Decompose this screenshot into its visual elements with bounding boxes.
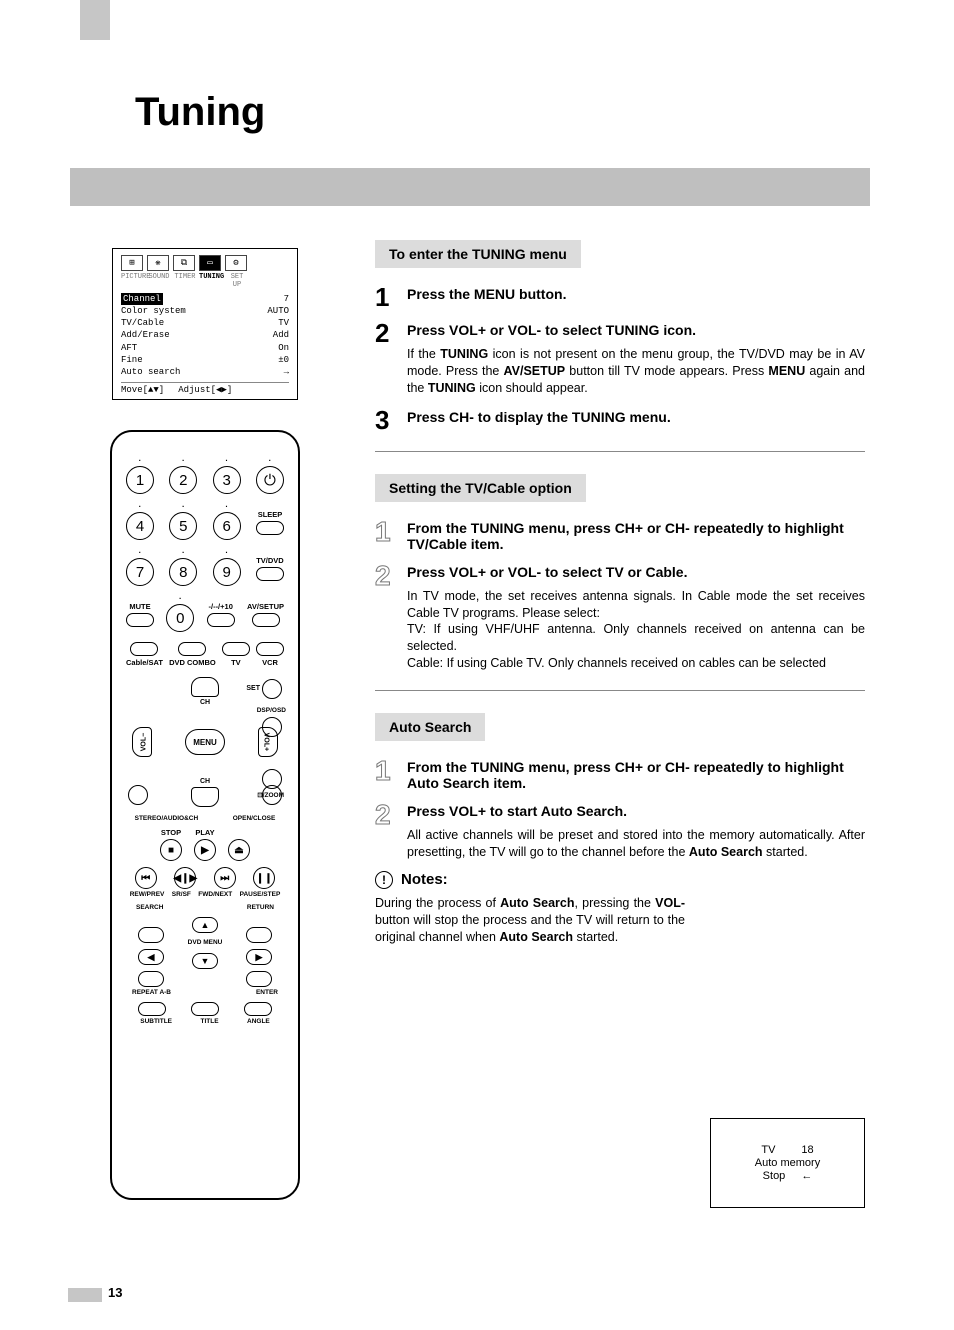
remote-btn-title[interactable] — [191, 1002, 219, 1016]
osd-tuning-menu: ⊞❋⧉▭⚙ PICTURE SOUND TIMER TUNING SET UP … — [112, 248, 298, 400]
osd-row-channel: Channel7 — [121, 293, 289, 305]
remote-dpad: CH SET VOL− MENU VOL+ DSP/OSD ⊡/ZOOM CH — [126, 677, 284, 807]
osd-row-autosearch: Auto search→ — [121, 366, 289, 378]
step-enter-3: 3 Press CH- to display the TUNING menu. — [375, 407, 865, 433]
osd-row-tvcable: TV/CableTV — [121, 317, 289, 329]
remote-btn-tv[interactable] — [222, 642, 250, 656]
remote-btn-arrow-left[interactable]: ◀ — [138, 949, 164, 965]
osd-footer-adjust: Adjust[◀▶] — [178, 385, 232, 395]
remote-btn-1[interactable]: 1 — [126, 466, 154, 494]
remote-btn-5[interactable]: 5 — [169, 512, 197, 540]
remote-btn-7[interactable]: 7 — [126, 558, 154, 586]
page-title: Tuning — [135, 90, 265, 135]
remote-btn-arrow-down[interactable]: ▼ — [192, 953, 218, 969]
remote-btn-3[interactable]: 3 — [213, 466, 241, 494]
remote-btn-6[interactable]: 6 — [213, 512, 241, 540]
osd-row-aft: AFTOn — [121, 342, 289, 354]
content-column: To enter the TUNING menu 1 Press the MEN… — [375, 240, 865, 945]
page-number: 13 — [108, 1285, 122, 1300]
step-tvcable-2-body: In TV mode, the set receives antenna sig… — [407, 588, 865, 672]
remote-btn-4[interactable]: 4 — [126, 512, 154, 540]
remote-btn-eject[interactable]: ⏏ — [228, 839, 250, 861]
step-tvcable-1: 1 From the TUNING menu, press CH+ or CH-… — [375, 518, 865, 552]
page-side-tab — [80, 0, 110, 40]
remote-btn-vcr[interactable] — [256, 642, 284, 656]
notes-header: Notes: — [401, 871, 448, 888]
remote-btn-play[interactable]: ▶ — [194, 839, 216, 861]
remote-btn-return[interactable] — [246, 927, 272, 943]
remote-btn-9[interactable]: 9 — [213, 558, 241, 586]
remote-btn-power[interactable]: ⏻ — [256, 466, 284, 494]
remote-btn-openclose[interactable] — [262, 785, 282, 805]
remote-btn-arrow-up[interactable]: ▲ — [192, 917, 218, 933]
osd-row-colorsys: Color systemAUTO — [121, 305, 289, 317]
remote-btn-search[interactable] — [138, 927, 164, 943]
remote-btn-pausestep[interactable]: ❙❙ — [253, 867, 275, 889]
remote-btn-srsf[interactable]: ◀❙▶ — [174, 867, 196, 889]
step-enter-2-body: If the TUNING icon is not present on the… — [407, 346, 865, 397]
osd-footer-move: Move[▲▼] — [121, 385, 164, 395]
step-tvcable-2: 2 Press VOL+ or VOL- to select TV or Cab… — [375, 562, 865, 672]
remote-btn-stop[interactable]: ■ — [160, 839, 182, 861]
remote-btn-menu[interactable]: MENU — [185, 729, 225, 755]
remote-btn-arrow-right[interactable]: ▶ — [246, 949, 272, 965]
divider-1 — [375, 451, 865, 452]
step-enter-2: 2 Press VOL+ or VOL- to select TUNING ic… — [375, 320, 865, 397]
page-number-bar — [68, 1288, 102, 1302]
remote-control: ·1 ·2 ·3 ·⏻ ·4 ·5 ·6 SLEEP ·7 ·8 ·9 TV/D… — [110, 430, 300, 1200]
remote-arrow-pad: ▲ ◀ ▶ DVD MENU ▼ — [126, 917, 284, 989]
osd-auto-search-popup: TV18 Auto memory Stop← — [710, 1118, 865, 1208]
notes-body: During the process of Auto Search, press… — [375, 895, 685, 946]
remote-btn-ch-up[interactable] — [191, 677, 219, 697]
remote-btn-plus10[interactable] — [207, 613, 235, 627]
step-auto-1: 1 From the TUNING menu, press CH+ or CH-… — [375, 757, 865, 791]
remote-btn-cablesat[interactable] — [130, 642, 158, 656]
section-header-enter: To enter the TUNING menu — [375, 240, 581, 268]
osd-row-adderase: Add/EraseAdd — [121, 329, 289, 341]
remote-btn-mute[interactable] — [126, 613, 154, 627]
title-underline-bar — [70, 168, 870, 206]
notes-icon: ! — [375, 871, 393, 889]
step-enter-1: 1 Press the MENU button. — [375, 284, 865, 310]
remote-btn-tvdvd[interactable] — [256, 567, 284, 581]
remote-btn-repeat[interactable] — [138, 971, 164, 987]
divider-2 — [375, 690, 865, 691]
step-auto-2: 2 Press VOL+ to start Auto Search. All a… — [375, 801, 865, 861]
remote-btn-subtitle[interactable] — [138, 1002, 166, 1016]
remote-btn-8[interactable]: 8 — [169, 558, 197, 586]
remote-btn-avsetup[interactable] — [252, 613, 280, 627]
remote-btn-dvdcombo[interactable] — [178, 642, 206, 656]
remote-btn-2[interactable]: 2 — [169, 466, 197, 494]
remote-btn-enter[interactable] — [246, 971, 272, 987]
section-header-tvcable: Setting the TV/Cable option — [375, 474, 586, 502]
remote-btn-0[interactable]: 0 — [166, 604, 194, 632]
remote-btn-fwdnext[interactable]: ⏭ — [214, 867, 236, 889]
remote-btn-stereo[interactable] — [128, 785, 148, 805]
section-header-auto: Auto Search — [375, 713, 485, 741]
remote-btn-ch-down[interactable] — [191, 787, 219, 807]
remote-btn-sleep[interactable] — [256, 521, 284, 535]
remote-btn-angle[interactable] — [244, 1002, 272, 1016]
remote-btn-rewprev[interactable]: ⏮ — [135, 867, 157, 889]
step-auto-2-body: All active channels will be preset and s… — [407, 827, 865, 861]
remote-btn-dsposd[interactable] — [262, 717, 282, 737]
osd-row-fine: Fine±0 — [121, 354, 289, 366]
remote-btn-set[interactable] — [262, 679, 282, 699]
